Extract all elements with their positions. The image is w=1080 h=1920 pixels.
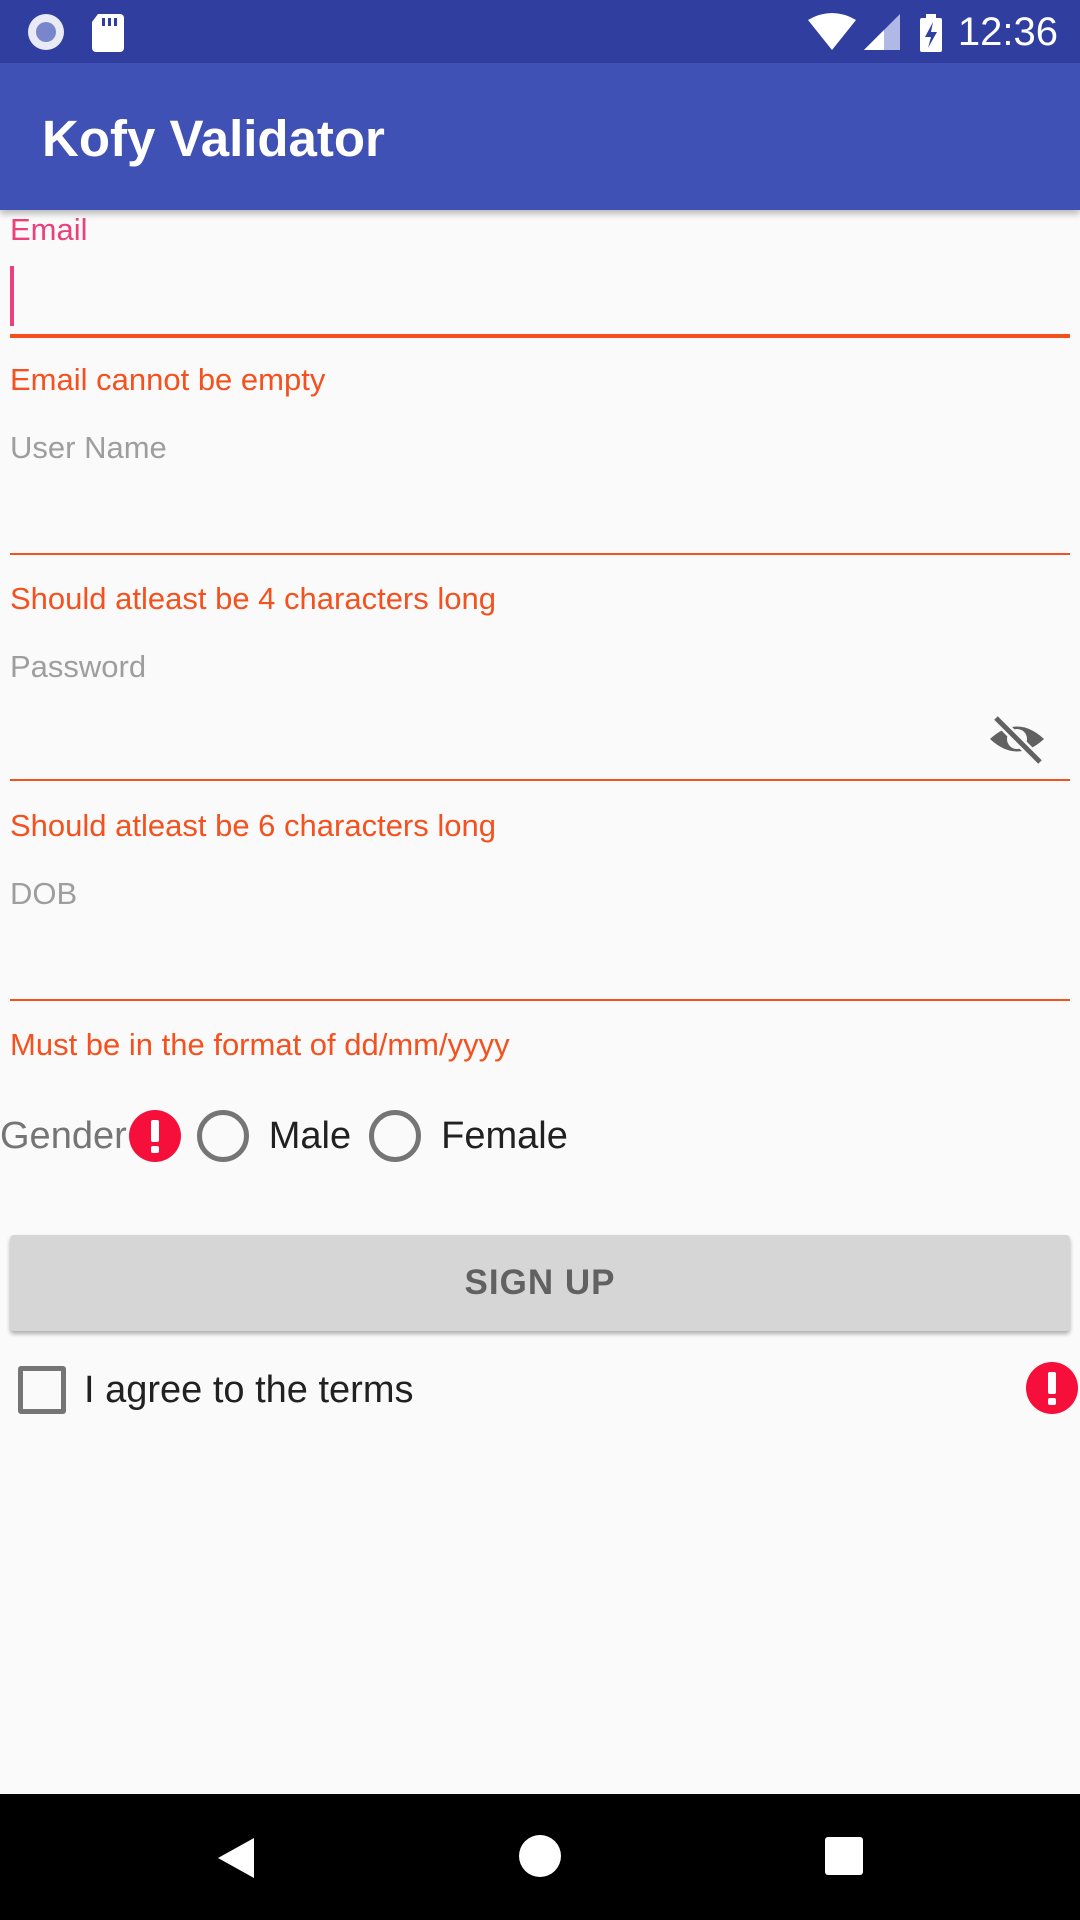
password-underline — [10, 779, 1070, 781]
gender-row: Gender Male Female — [0, 1104, 568, 1168]
recents-icon[interactable] — [824, 1836, 864, 1876]
radio-male[interactable]: Male — [196, 1110, 352, 1162]
terms-checkbox[interactable] — [18, 1366, 66, 1414]
battery-charging-icon — [920, 14, 942, 52]
username-underline — [10, 553, 1070, 555]
radio-label: Male — [268, 1114, 352, 1157]
app-title: Kofy Validator — [42, 110, 385, 167]
wifi-icon — [808, 13, 856, 50]
email-underline — [10, 334, 1070, 338]
radio-button[interactable] — [369, 1110, 422, 1162]
email-input[interactable] — [10, 266, 1070, 326]
terms-label: I agree to the terms — [84, 1369, 414, 1411]
error-icon — [128, 1110, 181, 1162]
radio-label: Female — [441, 1114, 568, 1157]
username-error: Should atleast be 4 characters long — [10, 581, 496, 616]
clock: 12:36 — [957, 10, 1058, 54]
password-label: Password — [10, 649, 147, 684]
home-icon[interactable] — [518, 1834, 562, 1878]
app-bar: Kofy Validator — [0, 63, 1080, 210]
dob-input[interactable] — [10, 934, 1070, 994]
username-input[interactable] — [10, 488, 1070, 548]
email-error: Email cannot be empty — [10, 362, 326, 397]
error-icon — [1026, 1362, 1078, 1414]
username-label: User Name — [10, 430, 167, 465]
password-error: Should atleast be 6 characters long — [10, 808, 496, 843]
radio-button[interactable] — [196, 1110, 249, 1162]
visibility-off-icon[interactable] — [986, 712, 1048, 766]
back-icon[interactable] — [214, 1834, 258, 1882]
text-cursor — [10, 266, 14, 326]
record-icon — [28, 14, 64, 50]
email-label: Email — [10, 212, 88, 247]
dob-error: Must be in the format of dd/mm/yyyy — [10, 1027, 510, 1062]
dob-underline — [10, 999, 1070, 1001]
signal-icon — [864, 14, 900, 50]
password-input[interactable] — [10, 712, 970, 772]
sd-card-icon — [92, 14, 124, 52]
signup-button[interactable]: SIGN UP — [10, 1235, 1070, 1331]
dob-label: DOB — [10, 876, 78, 911]
status-icons-left — [26, 12, 146, 57]
navigation-bar — [0, 1794, 1080, 1920]
gender-label: Gender — [0, 1115, 127, 1157]
status-bar: 12:36 — [0, 0, 1080, 63]
radio-female[interactable]: Female — [369, 1110, 568, 1162]
